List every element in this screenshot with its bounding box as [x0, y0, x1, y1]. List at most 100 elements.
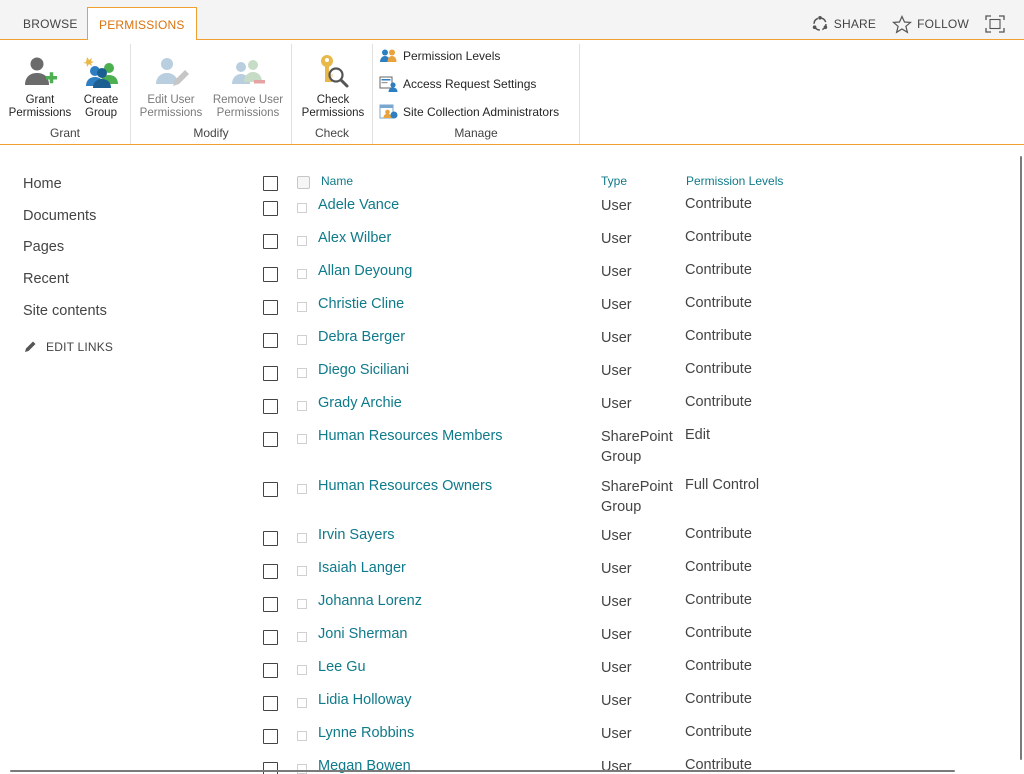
nav-item-pages[interactable]: Pages — [23, 233, 223, 265]
table-row[interactable]: Debra Berger User Contribute — [262, 327, 982, 360]
row-checkbox[interactable] — [263, 201, 278, 216]
row-checkbox[interactable] — [263, 564, 278, 579]
column-header-permission-levels[interactable]: Permission Levels — [686, 174, 783, 188]
row-name-link[interactable]: Debra Berger — [318, 329, 405, 345]
row-checkbox[interactable] — [263, 696, 278, 711]
table-row[interactable]: Lee Gu User Contribute — [262, 657, 982, 690]
row-select[interactable] — [297, 302, 307, 312]
row-name-link[interactable]: Adele Vance — [318, 197, 399, 213]
row-name-link[interactable]: Human Resources Owners — [318, 478, 492, 494]
nav-item-home[interactable]: Home — [23, 170, 223, 202]
row-name-link[interactable]: Allan Deyoung — [318, 263, 412, 279]
row-checkbox[interactable] — [263, 597, 278, 612]
row-select[interactable] — [297, 368, 307, 378]
row-checkbox[interactable] — [263, 481, 278, 497]
table-row[interactable]: Diego Siciliani User Contribute — [262, 360, 982, 393]
edit-user-permissions-button[interactable]: Edit User Permissions — [135, 50, 207, 119]
check-permissions-button[interactable]: Check Permissions — [297, 50, 369, 119]
row-name-link[interactable]: Lidia Holloway — [318, 692, 412, 708]
tab-browse[interactable]: BROWSE — [12, 7, 89, 40]
table-row[interactable]: Lynne Robbins User Contribute — [262, 723, 982, 756]
ribbon: Grant Permissions Create Group Grant Edi… — [0, 40, 1024, 145]
row-name-link[interactable]: Diego Siciliani — [318, 362, 409, 378]
select-all-toggle[interactable] — [297, 176, 310, 189]
table-row[interactable]: Lidia Holloway User Contribute — [262, 690, 982, 723]
row-select[interactable] — [297, 203, 307, 213]
row-select[interactable] — [297, 764, 307, 774]
admin-icon — [379, 104, 398, 119]
row-name-link[interactable]: Irvin Sayers — [318, 527, 395, 543]
table-row[interactable]: Human Resources Owners SharePoint Group … — [262, 476, 982, 526]
follow-button[interactable]: FOLLOW — [892, 14, 969, 34]
row-checkbox[interactable] — [263, 531, 278, 546]
row-checkbox[interactable] — [263, 762, 278, 774]
row-checkbox[interactable] — [263, 399, 278, 414]
row-checkbox[interactable] — [263, 630, 278, 645]
permission-levels-button[interactable]: Permission Levels — [379, 45, 500, 67]
row-checkbox[interactable] — [263, 663, 278, 678]
row-select[interactable] — [297, 665, 307, 675]
row-select[interactable] — [297, 236, 307, 246]
row-select[interactable] — [297, 335, 307, 345]
table-row[interactable]: Johanna Lorenz User Contribute — [262, 591, 982, 624]
row-checkbox[interactable] — [263, 267, 278, 282]
row-name-link[interactable]: Alex Wilber — [318, 230, 391, 246]
check-permissions-label-line2: Permissions — [301, 106, 365, 119]
user-edit-icon — [156, 58, 189, 86]
row-name-link[interactable]: Joni Sherman — [318, 626, 407, 642]
nav-item-site-contents[interactable]: Site contents — [23, 297, 223, 329]
row-permission-level: Contribute — [685, 559, 752, 575]
ribbon-group-modify: Edit User Permissions Remove User Permis… — [131, 44, 292, 144]
site-collection-administrators-button[interactable]: Site Collection Administrators — [379, 101, 559, 123]
row-name-link[interactable]: Human Resources Members — [318, 428, 503, 444]
row-select[interactable] — [297, 731, 307, 741]
row-name-link[interactable]: Lee Gu — [318, 659, 366, 675]
row-checkbox[interactable] — [263, 300, 278, 315]
table-row[interactable]: Adele Vance User Contribute — [262, 195, 982, 228]
row-select[interactable] — [297, 533, 307, 543]
table-row[interactable]: Joni Sherman User Contribute — [262, 624, 982, 657]
focus-on-content-button[interactable] — [985, 15, 1010, 33]
row-select[interactable] — [297, 632, 307, 642]
table-row[interactable]: Grady Archie User Contribute — [262, 393, 982, 426]
row-checkbox[interactable] — [263, 333, 278, 348]
horizontal-scrollbar[interactable] — [10, 770, 955, 772]
row-checkbox[interactable] — [263, 366, 278, 381]
nav-item-documents[interactable]: Documents — [23, 202, 223, 234]
column-header-type[interactable]: Type — [601, 174, 627, 188]
row-select[interactable] — [297, 566, 307, 576]
table-row[interactable]: Human Resources Members SharePoint Group… — [262, 426, 982, 476]
row-select[interactable] — [297, 269, 307, 279]
create-group-button[interactable]: Create Group — [78, 50, 124, 119]
tab-permissions[interactable]: PERMISSIONS — [87, 7, 197, 41]
row-checkbox[interactable] — [263, 234, 278, 249]
row-name-link[interactable]: Johanna Lorenz — [318, 593, 422, 609]
row-type: User — [601, 264, 632, 280]
column-header-name[interactable]: Name — [321, 174, 353, 188]
table-row[interactable]: Irvin Sayers User Contribute — [262, 525, 982, 558]
grant-permissions-button[interactable]: Grant Permissions — [5, 50, 75, 119]
row-checkbox[interactable] — [263, 729, 278, 744]
select-all-checkbox[interactable] — [263, 176, 278, 191]
table-row[interactable]: Alex Wilber User Contribute — [262, 228, 982, 261]
row-name-link[interactable]: Isaiah Langer — [318, 560, 406, 576]
row-select[interactable] — [297, 434, 307, 444]
table-row[interactable]: Allan Deyoung User Contribute — [262, 261, 982, 294]
row-name-link[interactable]: Christie Cline — [318, 296, 404, 312]
remove-user-permissions-button[interactable]: Remove User Permissions — [209, 50, 287, 119]
table-row[interactable]: Christie Cline User Contribute — [262, 294, 982, 327]
row-select[interactable] — [297, 698, 307, 708]
row-name-link[interactable]: Grady Archie — [318, 395, 402, 411]
share-button[interactable]: SHARE — [811, 15, 876, 33]
row-checkbox[interactable] — [263, 432, 278, 447]
row-name-link[interactable]: Lynne Robbins — [318, 725, 414, 741]
access-request-settings-button[interactable]: Access Request Settings — [379, 73, 536, 95]
nav-item-recent[interactable]: Recent — [23, 265, 223, 297]
edit-links-button[interactable]: EDIT LINKS — [23, 340, 223, 354]
row-select[interactable] — [297, 599, 307, 609]
row-select[interactable] — [297, 483, 307, 494]
permission-levels-label: Permission Levels — [403, 49, 501, 63]
vertical-scrollbar[interactable] — [1020, 156, 1022, 760]
row-select[interactable] — [297, 401, 307, 411]
table-row[interactable]: Isaiah Langer User Contribute — [262, 558, 982, 591]
